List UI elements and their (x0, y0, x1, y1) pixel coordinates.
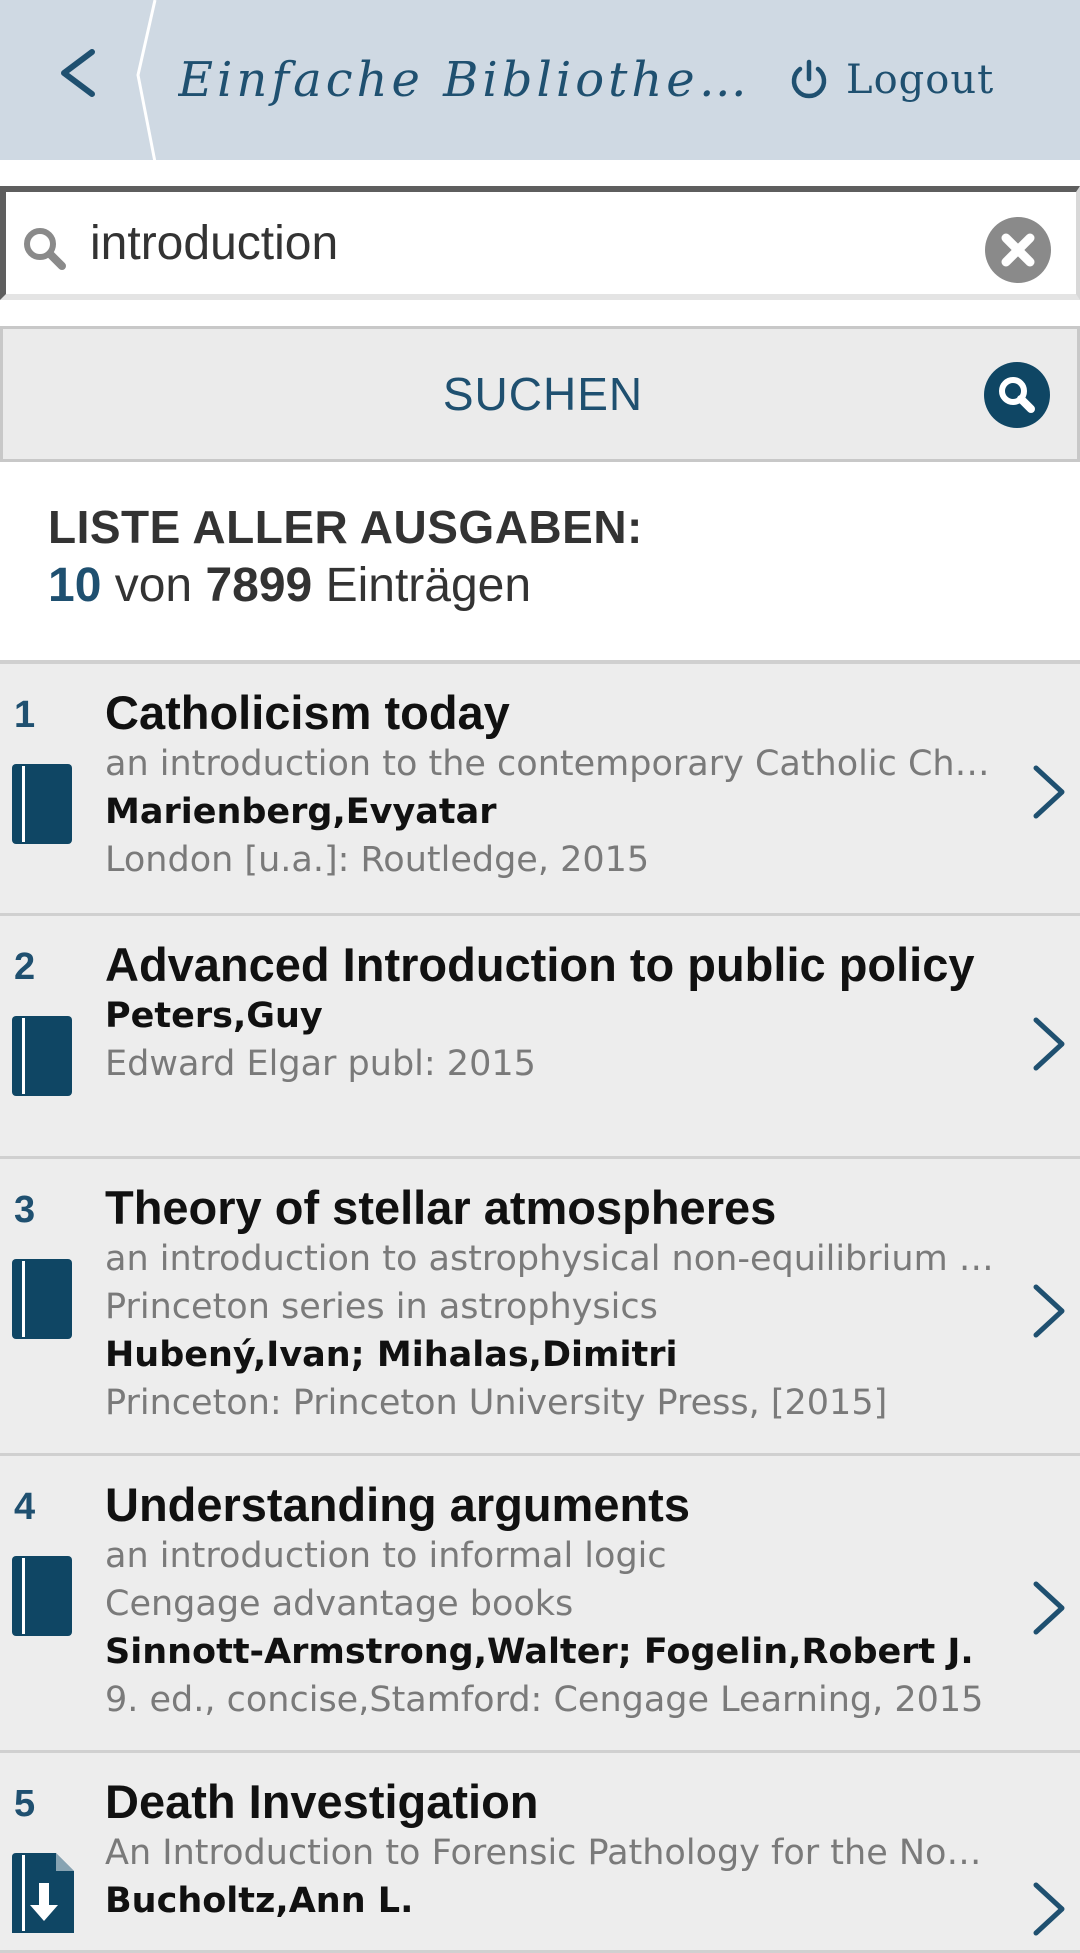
result-title: Theory of stellar atmospheres (105, 1181, 777, 1234)
logout-label: Logout (846, 57, 995, 103)
result-body: Advanced Introduction to public policy P… (105, 938, 1005, 1088)
chevron-right-icon (1033, 1581, 1065, 1635)
result-subtitle: an introduction to astrophysical non-equ… (105, 1239, 995, 1279)
result-number: 5 (14, 1783, 36, 1825)
result-series: Cengage advantage books (105, 1584, 574, 1624)
result-number: 4 (14, 1486, 36, 1528)
result-body: Understanding arguments an introduction … (105, 1478, 1005, 1724)
app-title: Einfache Bibliotheks... (178, 52, 778, 108)
result-author: Peters,Guy (105, 996, 323, 1036)
search-input[interactable] (90, 208, 970, 280)
result-title: Advanced Introduction to public policy (105, 938, 975, 991)
result-title: Understanding arguments (105, 1478, 690, 1531)
results-von: von (114, 559, 193, 612)
back-arrow-icon (61, 0, 157, 162)
result-list: 1 Catholicism today an introduction to t… (0, 660, 1080, 1953)
result-publication: Princeton: Princeton University Press, [… (105, 1383, 888, 1423)
results-title: LISTE ALLER AUSGABEN: (48, 501, 643, 553)
result-subtitle: an introduction to the contemporary Cath… (105, 744, 995, 784)
search-button[interactable]: SUCHEN (0, 326, 1080, 462)
result-subtitle: An Introduction to Forensic Pathology fo… (105, 1833, 995, 1873)
result-body: Death Investigation An Introduction to F… (105, 1775, 1005, 1925)
back-button[interactable] (0, 0, 157, 162)
result-series: Princeton series in astrophysics (105, 1287, 658, 1327)
results-suffix: Einträgen (325, 559, 532, 612)
results-shown-count: 10 (48, 559, 102, 612)
result-title: Death Investigation (105, 1775, 539, 1828)
result-author: Bucholtz,Ann L. (105, 1881, 414, 1921)
result-number: 2 (14, 946, 36, 988)
ebook-download-icon (12, 1853, 74, 1933)
chevron-right-icon (1033, 765, 1065, 819)
search-box (0, 186, 1080, 300)
power-icon (791, 59, 827, 99)
search-submit-icon (984, 362, 1050, 428)
result-publication: 9. ed., concise,Stamford: Cengage Learni… (105, 1680, 984, 1720)
result-publication: London [u.a.]: Routledge, 2015 (105, 840, 650, 880)
result-body: Theory of stellar atmospheres an introdu… (105, 1181, 1005, 1427)
book-icon (12, 1016, 72, 1096)
chevron-right-icon (1033, 1284, 1065, 1338)
search-icon (24, 228, 66, 270)
result-subtitle: an introduction to informal logic (105, 1536, 667, 1576)
book-icon (12, 1259, 72, 1339)
result-body: Catholicism today an introduction to the… (105, 686, 1005, 884)
result-item[interactable]: 2 Advanced Introduction to public policy… (0, 916, 1080, 1159)
search-button-label: SUCHEN (442, 368, 644, 420)
result-item[interactable]: 5 Death Investigation An Introduction to… (0, 1753, 1080, 1953)
result-item[interactable]: 4 Understanding arguments an introductio… (0, 1456, 1080, 1753)
chevron-right-icon (1033, 1017, 1065, 1071)
result-number: 3 (14, 1189, 36, 1231)
result-author: Marienberg,Evyatar (105, 792, 497, 832)
book-icon (12, 764, 72, 844)
logout-button[interactable]: Logout (788, 48, 994, 112)
result-number: 1 (14, 694, 36, 736)
results-total-count: 7899 (205, 559, 313, 612)
book-icon (12, 1556, 72, 1636)
result-title: Catholicism today (105, 686, 510, 739)
result-item[interactable]: 3 Theory of stellar atmospheres an intro… (0, 1159, 1080, 1456)
clear-icon[interactable] (984, 216, 1052, 284)
results-count: 10 von 7899 Einträgen (48, 558, 531, 613)
result-publication: Edward Elgar publ: 2015 (105, 1044, 536, 1084)
result-author: Sinnott-Armstrong,Walter; Fogelin,Robert… (105, 1632, 974, 1672)
app-header: Einfache Bibliotheks... Logout (0, 0, 1080, 162)
result-item[interactable]: 1 Catholicism today an introduction to t… (0, 664, 1080, 916)
result-author: Hubený,Ivan; Mihalas,Dimitri (105, 1335, 678, 1375)
chevron-right-icon (1033, 1882, 1065, 1936)
